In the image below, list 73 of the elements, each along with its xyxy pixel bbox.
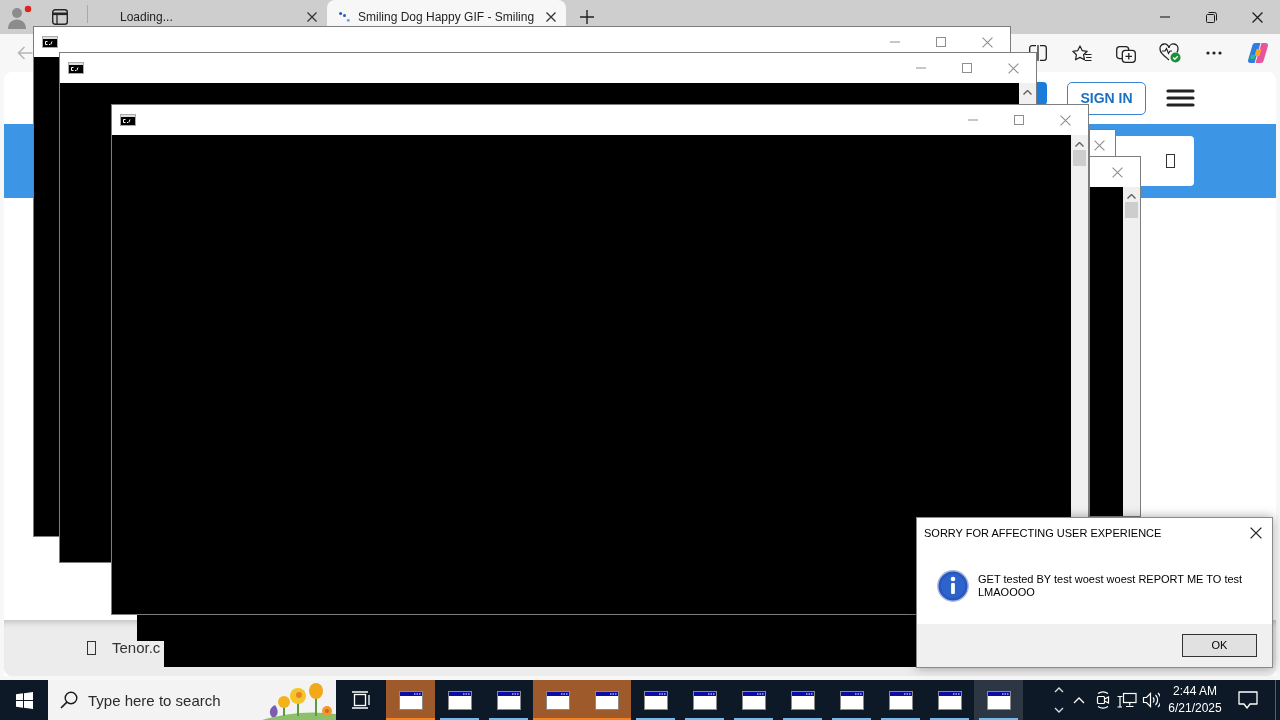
loading-icon — [339, 12, 350, 22]
browser-tab[interactable]: Smiling Dog Happy GIF - Smiling — [327, 0, 566, 26]
window-icon — [398, 690, 423, 710]
clock-date[interactable]: 6/21/2025 — [1168, 700, 1222, 717]
profile-icon[interactable] — [7, 4, 33, 30]
running-indicator — [734, 718, 773, 720]
window-icon — [888, 690, 913, 710]
running-indicator — [930, 718, 969, 720]
taskbar-app-button[interactable] — [974, 680, 1023, 720]
notifications-icon[interactable] — [1238, 691, 1258, 709]
running-indicator — [685, 718, 724, 720]
more-icon[interactable] — [1206, 51, 1222, 55]
window-icon — [496, 690, 521, 710]
footer-text[interactable]: Tenor.c — [112, 636, 161, 660]
collections-icon[interactable] — [1116, 43, 1136, 63]
taskbar-app-button[interactable] — [533, 680, 582, 720]
running-indicator — [881, 718, 920, 720]
running-indicator — [832, 718, 871, 720]
search-icon — [60, 691, 78, 709]
favorites-icon[interactable] — [1072, 44, 1092, 62]
ok-button[interactable]: OK — [1182, 634, 1257, 657]
heart-pulse-icon[interactable] — [1159, 43, 1181, 63]
window-icon — [839, 690, 864, 710]
taskbar-app-button[interactable] — [582, 680, 631, 720]
window-icon — [545, 690, 570, 710]
menu-icon[interactable] — [1166, 89, 1195, 107]
window-icon — [447, 690, 472, 710]
search-field[interactable]: Type here to search — [48, 680, 336, 720]
running-indicator — [979, 718, 1018, 720]
window-icon — [741, 690, 766, 710]
taskbar-app-button[interactable] — [386, 680, 435, 720]
window-icon — [594, 690, 619, 710]
window-icon — [692, 690, 717, 710]
clock-time[interactable]: 2:44 AM — [1173, 683, 1217, 700]
maximize-icon[interactable] — [936, 37, 946, 47]
camera-icon[interactable] — [1094, 691, 1112, 709]
sign-in-button[interactable]: SIGN IN — [1067, 81, 1146, 115]
browser-tab[interactable]: Loading... — [88, 0, 327, 26]
running-indicator — [636, 718, 675, 720]
info-icon — [937, 570, 969, 602]
network-icon[interactable] — [1117, 692, 1137, 708]
scroll-down-icon[interactable] — [1053, 707, 1064, 713]
window-icon — [937, 690, 962, 710]
close-icon[interactable] — [1251, 11, 1263, 23]
windows-logo-icon — [15, 691, 33, 709]
close-icon[interactable] — [1250, 527, 1262, 539]
running-indicator — [489, 718, 528, 720]
close-icon[interactable] — [307, 12, 317, 22]
maximize-icon[interactable] — [1014, 115, 1024, 125]
console-icon — [68, 62, 84, 74]
task-view-icon[interactable] — [351, 691, 371, 709]
chevron-up-icon[interactable] — [1073, 696, 1085, 704]
box-icon — [87, 641, 96, 655]
logo-icon[interactable] — [1247, 42, 1269, 64]
scroll-thumb[interactable] — [1073, 150, 1086, 166]
console-icon — [120, 114, 136, 126]
console-icon — [42, 36, 58, 48]
window-icon — [643, 690, 668, 710]
tab-actions-icon[interactable] — [52, 9, 68, 25]
window-icon — [790, 690, 815, 710]
box-icon — [1166, 154, 1175, 168]
running-indicator — [440, 718, 479, 720]
running-indicator — [783, 718, 822, 720]
maximize-icon[interactable] — [962, 63, 972, 73]
window-icon — [986, 690, 1011, 710]
dialog-message: GET tested BY test woest woest REPORT ME TO test LMAOOOO — [978, 573, 1244, 599]
running-indicator — [386, 718, 435, 720]
volume-icon[interactable] — [1142, 692, 1160, 708]
scroll-thumb[interactable] — [1125, 202, 1138, 218]
new-tab-icon[interactable] — [580, 10, 594, 24]
close-icon[interactable] — [546, 12, 556, 22]
dialog-title: SORRY FOR AFFECTING USER EXPERIENCE — [924, 525, 1162, 541]
restore-icon[interactable] — [1205, 11, 1217, 23]
